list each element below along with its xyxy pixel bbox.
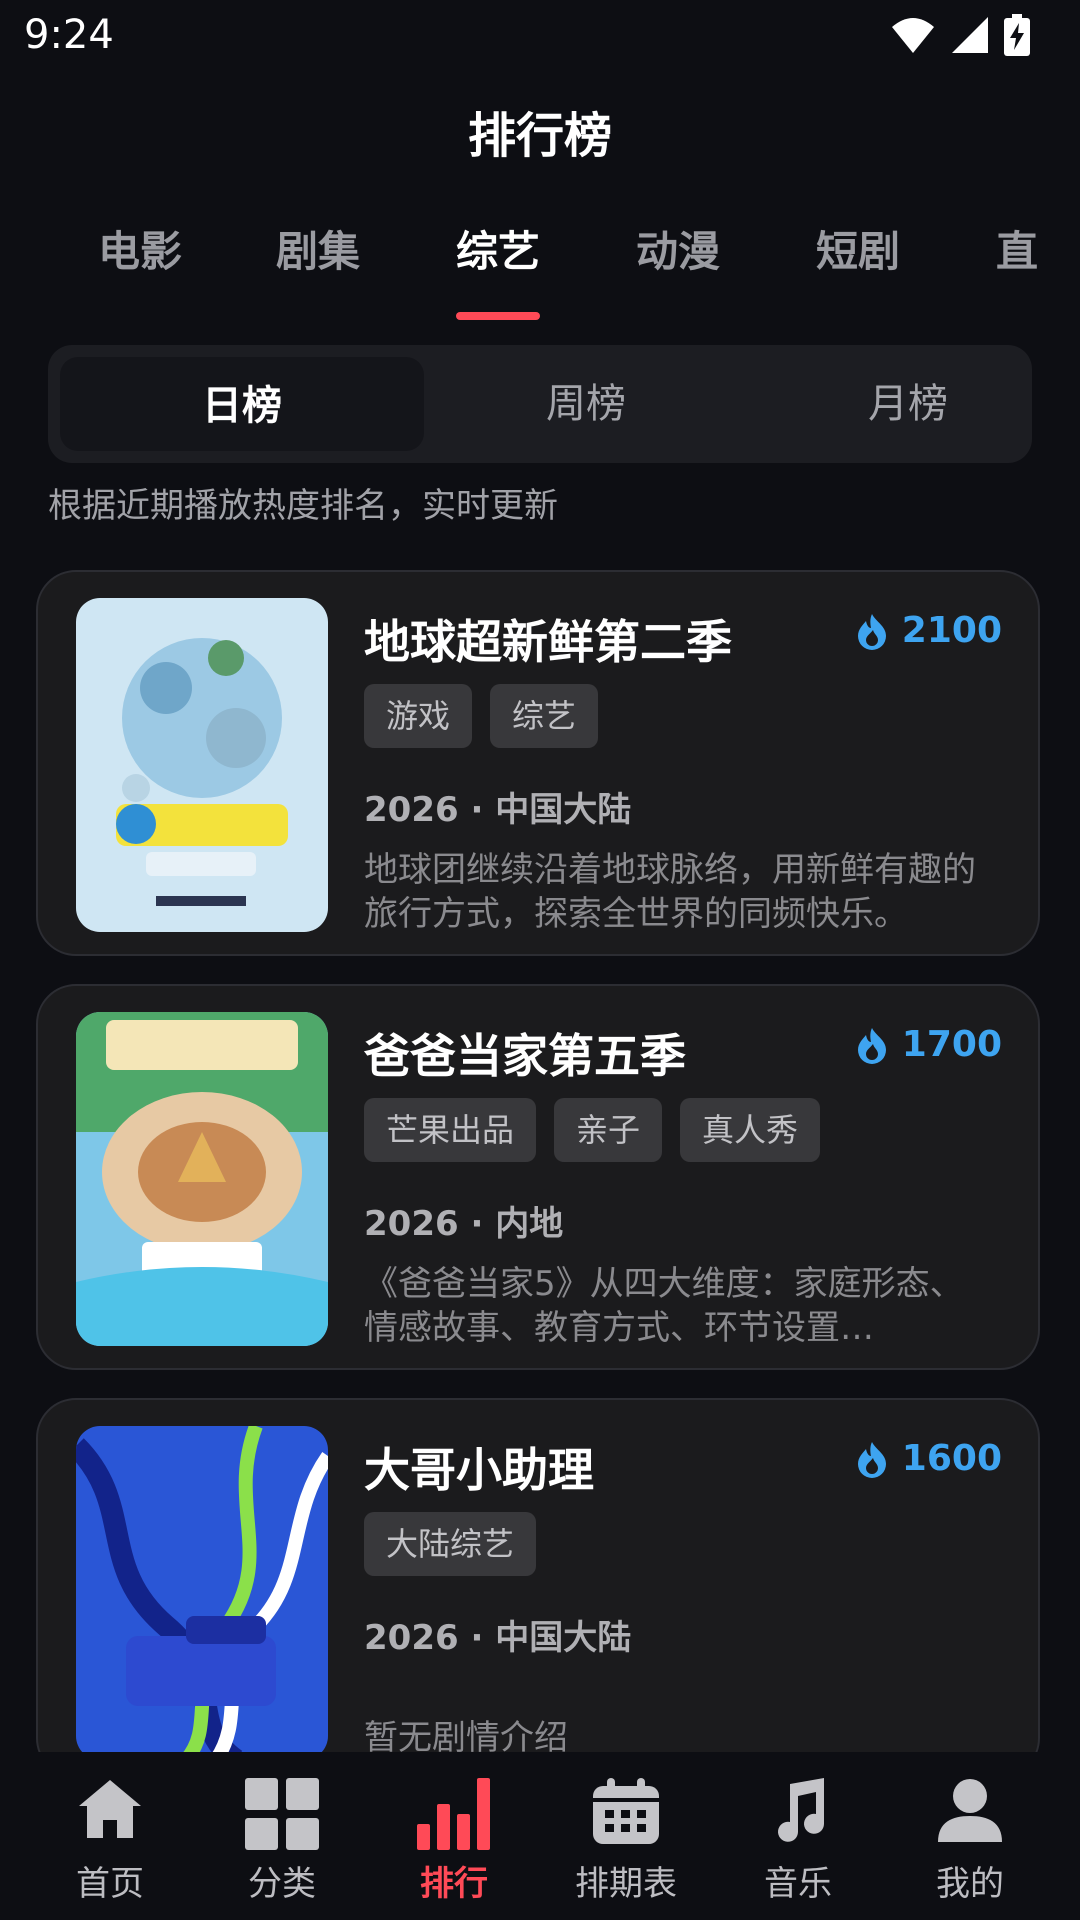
ranking-card[interactable]: 爸爸当家第五季 1700 芒果出品 亲子 真人秀 2026 · 内地 《爸爸当家…: [36, 984, 1040, 1370]
poster-image: [76, 598, 328, 932]
home-icon: [79, 1780, 141, 1838]
calendar-icon: [593, 1778, 659, 1844]
grid-icon: [245, 1778, 319, 1850]
bar-chart-icon: [417, 1778, 490, 1850]
battery-charging-icon: [1004, 14, 1030, 56]
nav-label: 排行: [420, 1864, 488, 1904]
tag: 亲子: [554, 1098, 663, 1162]
tag: 真人秀: [680, 1098, 821, 1162]
period-monthly[interactable]: 月榜: [748, 345, 1068, 463]
nav-ranking[interactable]: 排行: [364, 1752, 544, 1920]
ranking-card[interactable]: 大哥小助理 1600 大陆综艺 2026 · 中国大陆 暂无剧情介绍: [36, 1398, 1040, 1778]
show-title: 地球超新鲜第二季: [364, 615, 732, 669]
nav-label: 分类: [248, 1864, 316, 1904]
category-tabs: 电影 剧集 综艺 动漫 短剧 直: [0, 218, 1080, 320]
year-region: 2026 · 中国大陆: [364, 1618, 632, 1658]
user-icon: [938, 1779, 1002, 1842]
show-description: 《爸爸当家5》从四大维度：家庭形态、情感故事、教育方式、环节设置…: [364, 1264, 964, 1348]
nav-label: 音乐: [764, 1864, 832, 1904]
nav-label: 首页: [76, 1864, 144, 1904]
tag-list: 大陆综艺: [364, 1512, 537, 1576]
heat-value: 1600: [901, 1438, 1002, 1479]
tab-movie[interactable]: 电影: [98, 218, 182, 279]
show-description: 地球团继续沿着地球脉络，用新鲜有趣的旅行方式，探索全世界的同频快乐。: [364, 850, 976, 934]
nav-profile[interactable]: 我的: [880, 1752, 1060, 1920]
poster-image: [76, 1012, 328, 1346]
ranking-hint: 根据近期播放热度排名，实时更新: [48, 486, 558, 526]
flame-icon: [857, 613, 886, 650]
nav-schedule[interactable]: 排期表: [536, 1752, 716, 1920]
tab-short-drama[interactable]: 短剧: [816, 218, 900, 279]
status-time: 9:24: [24, 12, 114, 58]
ranking-card[interactable]: 地球超新鲜第二季 2100 游戏 综艺 2026 · 中国大陆 地球团继续沿着地…: [36, 570, 1040, 956]
tag: 大陆综艺: [364, 1512, 537, 1576]
period-daily[interactable]: 日榜: [60, 357, 424, 451]
heat-value: 1700: [901, 1024, 1002, 1065]
cellular-signal-icon: [952, 17, 988, 53]
heat-score: 1700: [856, 1024, 1002, 1065]
tag-list: 芒果出品 亲子 真人秀: [364, 1098, 821, 1162]
tag: 综艺: [490, 684, 599, 748]
wifi-icon: [892, 18, 934, 53]
tag: 游戏: [364, 684, 473, 748]
period-weekly[interactable]: 周榜: [426, 345, 746, 463]
show-title: 爸爸当家第五季: [364, 1029, 686, 1083]
nav-home[interactable]: 首页: [20, 1752, 200, 1920]
nav-category[interactable]: 分类: [192, 1752, 372, 1920]
tab-anime[interactable]: 动漫: [636, 218, 720, 279]
nav-label: 我的: [936, 1864, 1004, 1904]
nav-music[interactable]: 音乐: [708, 1752, 888, 1920]
tag-list: 游戏 综艺: [364, 684, 599, 748]
heat-value: 2100: [901, 610, 1002, 651]
tab-series[interactable]: 剧集: [276, 218, 360, 279]
period-selector: 日榜 周榜 月榜: [48, 345, 1032, 463]
bottom-nav: 首页 分类 排行 排期表 音乐 我的: [0, 1752, 1080, 1920]
active-tab-indicator: [456, 312, 540, 320]
tab-variety[interactable]: 综艺: [456, 218, 540, 279]
nav-label: 排期表: [575, 1864, 677, 1904]
flame-icon: [857, 1441, 886, 1478]
flame-icon: [857, 1027, 886, 1064]
poster-image: [76, 1426, 328, 1760]
tab-live[interactable]: 直: [996, 218, 1038, 279]
heat-score: 2100: [856, 610, 1002, 651]
heat-score: 1600: [856, 1438, 1002, 1479]
tag: 芒果出品: [364, 1098, 537, 1162]
year-region: 2026 · 中国大陆: [364, 790, 632, 830]
page-title: 排行榜: [467, 108, 612, 164]
status-bar: 9:24: [0, 0, 1080, 72]
music-note-icon: [778, 1778, 824, 1842]
year-region: 2026 · 内地: [364, 1204, 564, 1244]
show-title: 大哥小助理: [364, 1443, 594, 1497]
status-icons: [890, 14, 1030, 56]
